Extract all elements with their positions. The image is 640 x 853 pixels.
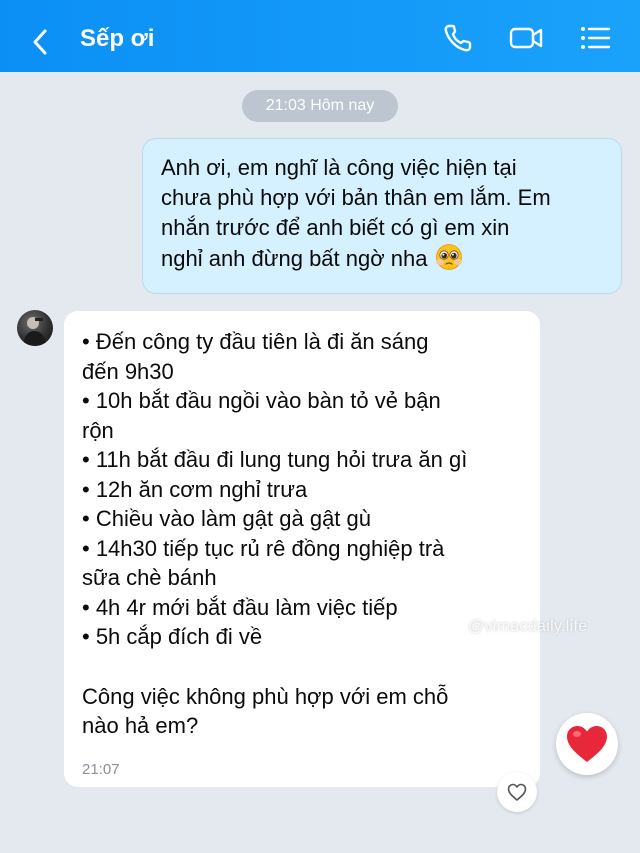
video-camera-icon [509, 27, 543, 49]
chat-header: Sếp ơi [0, 0, 640, 72]
message-line: • 14h30 tiếp tục rủ rê đồng nghiệp trà [82, 535, 445, 561]
date-separator: 21:03 Hôm nay [242, 90, 398, 122]
video-call-button[interactable] [508, 20, 544, 56]
message-line: • 12h ăn cơm nghỉ trưa [82, 476, 308, 502]
message-line: • 10h bắt đầu ngồi vào bàn tỏ vẻ bận [82, 388, 441, 413]
message-line: rộn [82, 417, 114, 443]
message-line: nào hả em? [82, 713, 199, 738]
message-line: • Chiều vào làm gật gà gật gù [82, 506, 371, 531]
list-menu-icon [581, 27, 611, 49]
pleading-face-icon [435, 244, 462, 270]
message-line: chưa phù hợp với bản thân em lắm. Em [161, 185, 551, 210]
message-line: • 11h bắt đầu đi lung tung hỏi trưa ăn g… [82, 447, 468, 472]
message-line: sữa chè bánh [82, 565, 217, 590]
heart-outline-icon [507, 783, 527, 801]
reaction-heart[interactable] [556, 713, 618, 775]
message-line: • Đến công ty đầu tiên là đi ăn sáng [82, 329, 429, 354]
outgoing-message[interactable]: Anh ơi, em nghĩ là công việc hiện tại ch… [142, 138, 622, 294]
message-line: • 4h 4r mới bắt đầu làm việc tiếp [82, 594, 398, 620]
message-timestamp: 21:07 [82, 761, 120, 778]
call-button[interactable] [440, 20, 476, 56]
message-line: nhắn trước để anh biết có gì em xin [161, 215, 510, 240]
chevron-left-icon [33, 29, 47, 55]
message-text: nghỉ anh đừng bất ngờ nha [161, 246, 428, 271]
incoming-message[interactable]: • Đến công ty đầu tiên là đi ăn sáng đến… [64, 311, 540, 787]
phone-icon [444, 24, 472, 52]
watermark: @vimacdaily.life [468, 618, 588, 635]
react-button[interactable] [497, 772, 537, 812]
red-heart-icon [567, 726, 607, 762]
back-button[interactable] [22, 22, 62, 62]
message-line: Anh ơi, em nghĩ là công việc hiện tại [161, 155, 517, 180]
avatar[interactable] [17, 310, 53, 346]
message-line: nghỉ anh đừng bất ngờ nha [161, 243, 605, 274]
message-line: • 5h cắp đích đi về [82, 624, 263, 649]
message-line: Công việc không phù hợp với em chỗ [82, 683, 449, 709]
menu-button[interactable] [578, 20, 614, 56]
person-silhouette-icon [23, 317, 47, 346]
chat-title[interactable]: Sếp ơi [80, 25, 154, 53]
message-line: đến 9h30 [82, 358, 174, 384]
